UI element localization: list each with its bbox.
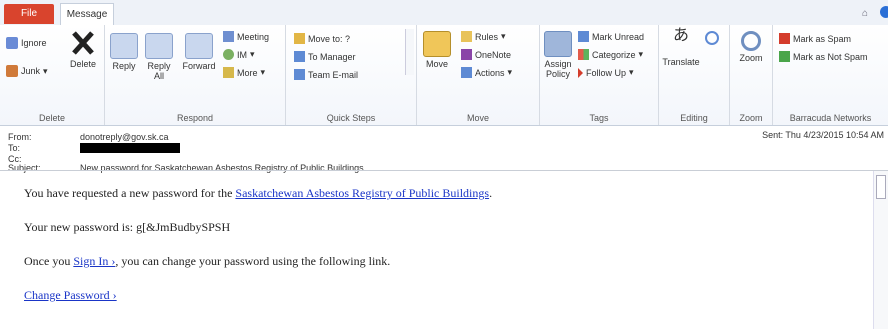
to-label: To: <box>8 143 21 153</box>
onenote-button[interactable]: OneNote <box>461 49 511 60</box>
quick-step-team-email[interactable]: Team E-mail <box>294 69 358 80</box>
mark-not-spam-button[interactable]: Mark as Not Spam <box>779 51 868 62</box>
zoom-icon <box>741 31 761 51</box>
assign-policy-button[interactable]: Assign Policy <box>542 31 574 79</box>
respond-group-label: Respond <box>176 113 214 123</box>
barracuda-group-label: Barracuda Networks <box>789 113 872 123</box>
tab-message[interactable]: Message <box>60 3 114 26</box>
reply-button[interactable]: Reply <box>109 33 139 71</box>
mark-not-spam-icon <box>779 51 790 62</box>
mark-spam-icon <box>779 33 790 44</box>
delete-group-label: Delete <box>38 113 65 123</box>
mark-unread-icon <box>578 31 589 42</box>
message-body: You have requested a new password for th… <box>24 186 854 322</box>
delete-icon <box>72 31 94 55</box>
barracuda-group: Mark as Spam Mark as Not Spam Barracuda … <box>773 25 888 125</box>
zoom-button[interactable]: Zoom <box>734 31 768 63</box>
mark-spam-button[interactable]: Mark as Spam <box>779 33 851 44</box>
rules-button[interactable]: Rules ▾ <box>461 31 506 42</box>
body-paragraph-3: Once you Sign In ›, you can change your … <box>24 254 391 268</box>
change-password-link[interactable]: Change Password › <box>24 288 117 302</box>
quick-steps-group: Move to: ? To Manager Team E-mail Quick … <box>286 25 417 125</box>
meeting-icon <box>223 31 234 42</box>
editing-group: あ Translate Editing <box>659 25 730 125</box>
quick-steps-scroll[interactable] <box>405 29 414 75</box>
zoom-group-label: Zoom <box>739 113 763 123</box>
follow-up-icon <box>578 67 583 78</box>
im-button[interactable]: IM ▾ <box>223 49 255 60</box>
ignore-button[interactable]: Ignore <box>6 37 47 49</box>
delete-group: Ignore Junk ▾ Delete Delete <box>0 25 105 125</box>
subject-row: Subject: New password for Saskatchewan A… <box>8 163 364 173</box>
registry-link[interactable]: Saskatchewan Asbestos Registry of Public… <box>235 186 489 200</box>
scrollbar-thumb[interactable] <box>876 175 886 199</box>
zoom-group: Zoom Zoom <box>730 25 773 125</box>
translate-icon: あ <box>672 27 689 44</box>
forward-icon <box>185 33 213 59</box>
vertical-scrollbar[interactable] <box>873 171 888 329</box>
subject-label: Subject: <box>8 163 41 173</box>
more-button[interactable]: More ▾ <box>223 67 265 78</box>
team-email-icon <box>294 69 305 80</box>
reply-all-button[interactable]: Reply All <box>143 33 175 81</box>
categorize-icon <box>578 49 589 60</box>
move-group: Move Rules ▾ OneNote Actions ▾ Move <box>417 25 540 125</box>
from-label: From: <box>8 132 32 142</box>
sent-row: Sent: Thu 4/23/2015 10:54 AM <box>762 130 884 140</box>
ignore-icon <box>6 37 18 49</box>
respond-group: Reply Reply All Forward Meeting IM ▾ More… <box>105 25 286 125</box>
sent-label: Sent: <box>762 130 784 140</box>
reply-all-icon <box>145 33 173 59</box>
from-row: From: donotreply@gov.sk.ca <box>8 132 169 142</box>
follow-up-button[interactable]: Follow Up ▾ <box>578 67 634 78</box>
translate-button[interactable]: あ Translate <box>661 27 701 68</box>
help-icon[interactable] <box>880 6 888 18</box>
quick-step-to-manager[interactable]: To Manager <box>294 51 356 62</box>
editing-group-label: Editing <box>680 113 708 123</box>
onenote-icon <box>461 49 472 60</box>
junk-icon <box>6 65 18 77</box>
collapse-ribbon-icon[interactable]: ⌂ <box>862 8 868 19</box>
quick-steps-group-label: Quick Steps <box>326 113 376 123</box>
tags-group-label: Tags <box>589 113 609 123</box>
find-icon <box>705 31 719 45</box>
to-manager-icon <box>294 51 305 62</box>
quick-step-move-to[interactable]: Move to: ? <box>294 33 350 44</box>
move-icon <box>423 31 451 57</box>
from-value[interactable]: donotreply@gov.sk.ca <box>80 132 169 142</box>
body-paragraph-2: Your new password is: g[&JmBudbySPSH <box>24 220 231 234</box>
move-to-icon <box>294 33 305 44</box>
rules-icon <box>461 31 472 42</box>
actions-button[interactable]: Actions ▾ <box>461 67 512 78</box>
sign-in-link[interactable]: Sign In › <box>73 254 115 268</box>
ribbon: Ignore Junk ▾ Delete Delete Reply Reply A… <box>0 25 888 126</box>
sent-value: Thu 4/23/2015 10:54 AM <box>785 130 884 140</box>
junk-button[interactable]: Junk ▾ <box>6 65 48 77</box>
move-group-label: Move <box>466 113 489 123</box>
more-icon <box>223 67 234 78</box>
actions-icon <box>461 67 472 78</box>
reply-icon <box>110 33 138 59</box>
body-paragraph-1: You have requested a new password for th… <box>24 186 493 200</box>
redacted-recipient <box>80 143 180 153</box>
header-divider <box>0 170 888 171</box>
tags-group: Assign Policy Mark Unread Categorize ▾ Fo… <box>540 25 659 125</box>
tab-file[interactable]: File <box>4 4 54 24</box>
ribbon-tabs: File Message ⌂ <box>0 0 888 26</box>
subject-value: New password for Saskatchewan Asbestos R… <box>80 163 364 173</box>
delete-button[interactable]: Delete <box>66 31 100 69</box>
move-button[interactable]: Move <box>421 31 453 69</box>
meeting-button[interactable]: Meeting <box>223 31 269 42</box>
im-icon <box>223 49 234 60</box>
mark-unread-button[interactable]: Mark Unread <box>578 31 644 42</box>
find-button[interactable] <box>705 31 719 45</box>
categorize-button[interactable]: Categorize ▾ <box>578 49 643 60</box>
assign-policy-icon <box>544 31 572 57</box>
message-header: From: donotreply@gov.sk.ca To: Cc: Subje… <box>0 126 888 173</box>
to-row: To: <box>8 143 180 153</box>
forward-button[interactable]: Forward <box>181 33 217 71</box>
body-paragraph-4: Change Password › <box>24 288 854 303</box>
